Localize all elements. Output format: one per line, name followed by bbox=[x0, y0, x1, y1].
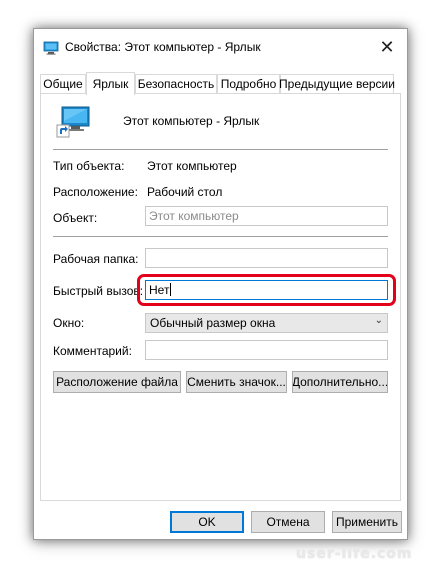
close-button[interactable]: ✕ bbox=[367, 29, 407, 65]
tab-previous-versions[interactable]: Предыдущие версии bbox=[279, 74, 395, 93]
change-icon-button[interactable]: Сменить значок... bbox=[186, 371, 287, 393]
tab-details[interactable]: Подробно bbox=[217, 74, 280, 93]
location-value: Рабочий стол bbox=[147, 185, 223, 199]
close-icon: ✕ bbox=[379, 36, 395, 57]
hotkey-field[interactable]: Нет bbox=[145, 280, 388, 300]
title-bar[interactable]: Свойства: Этот компьютер - Ярлык ✕ bbox=[34, 29, 407, 65]
tab-general[interactable]: Общие bbox=[40, 74, 86, 93]
window-mode-value: Обычный размер окна bbox=[150, 316, 276, 330]
advanced-button[interactable]: Дополнительно... bbox=[292, 371, 388, 393]
type-label: Тип объекта: bbox=[53, 159, 125, 173]
type-value: Этот компьютер bbox=[147, 159, 237, 173]
shortcut-panel: Этот компьютер - Ярлык Тип объекта: Этот… bbox=[40, 93, 401, 501]
comment-field[interactable] bbox=[145, 340, 388, 360]
hotkey-label: Быстрый вызов: bbox=[53, 284, 144, 298]
properties-dialog: Свойства: Этот компьютер - Ярлык ✕ Общие… bbox=[33, 28, 408, 540]
ok-button[interactable]: OK bbox=[170, 511, 244, 533]
shortcut-name: Этот компьютер - Ярлык bbox=[123, 114, 260, 128]
hotkey-value: Нет bbox=[149, 283, 170, 297]
tab-shortcut[interactable]: Ярлык bbox=[86, 72, 135, 95]
watermark: user-life.com bbox=[296, 546, 413, 562]
workdir-label: Рабочая папка: bbox=[53, 252, 139, 266]
target-label: Объект: bbox=[53, 211, 98, 225]
text-caret bbox=[170, 283, 172, 296]
apply-button[interactable]: Применить bbox=[332, 511, 402, 533]
window-mode-select[interactable]: Обычный размер окна ⌄ bbox=[145, 313, 388, 333]
window-title: Свойства: Этот компьютер - Ярлык bbox=[65, 40, 261, 54]
chevron-down-icon: ⌄ bbox=[374, 315, 383, 326]
comment-label: Комментарий: bbox=[53, 344, 132, 358]
cancel-button[interactable]: Отмена bbox=[251, 511, 325, 533]
target-field[interactable]: Этот компьютер bbox=[145, 206, 388, 226]
divider bbox=[53, 149, 388, 150]
location-label: Расположение: bbox=[53, 185, 138, 199]
open-file-location-button[interactable]: Расположение файла bbox=[53, 371, 181, 393]
workdir-field[interactable] bbox=[145, 248, 388, 268]
computer-shortcut-icon bbox=[56, 106, 90, 138]
window-label: Окно: bbox=[53, 316, 85, 330]
tab-security[interactable]: Безопасность bbox=[135, 74, 217, 93]
divider bbox=[53, 236, 388, 237]
computer-icon bbox=[43, 41, 59, 55]
